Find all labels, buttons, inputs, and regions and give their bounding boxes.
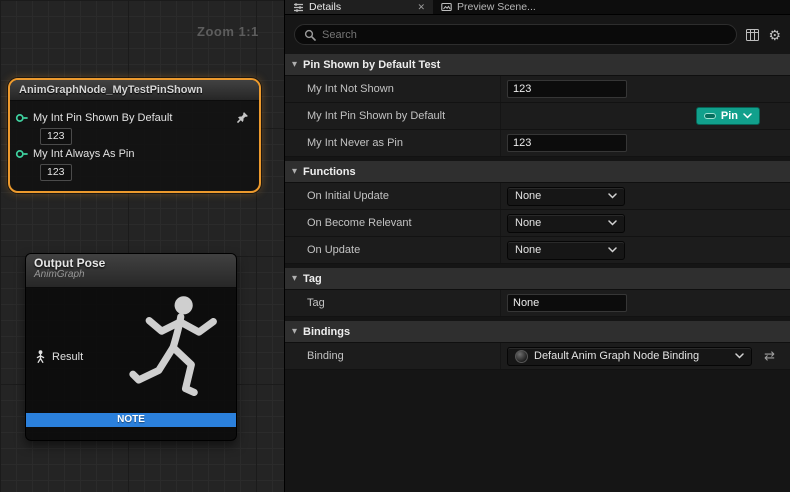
chevron-down-icon bbox=[608, 247, 617, 253]
section-title: Functions bbox=[303, 166, 356, 178]
settings-gear-icon[interactable]: ⚙ bbox=[768, 28, 781, 42]
int-pin-icon[interactable] bbox=[15, 149, 28, 159]
node-body: My Int Pin Shown By Default 123 My Int A… bbox=[10, 101, 259, 191]
section-header[interactable]: ▾ Tag bbox=[285, 268, 790, 290]
section-title: Bindings bbox=[303, 326, 350, 338]
preview-scene-tab-icon bbox=[441, 2, 452, 13]
node-title: Output Pose bbox=[34, 256, 228, 270]
pin-label: My Int Pin Shown By Default bbox=[33, 112, 172, 124]
anim-graph-node-selected[interactable]: AnimGraphNode_MyTestPinShown My Int Pin … bbox=[8, 78, 261, 193]
int-pin-icon[interactable] bbox=[15, 113, 28, 123]
pin-button-label: Pin bbox=[721, 110, 738, 122]
chevron-down-icon bbox=[735, 353, 744, 359]
zoom-level-label: Zoom 1:1 bbox=[197, 24, 259, 39]
swap-arrows-icon[interactable]: ⇄ bbox=[764, 349, 775, 364]
node-header[interactable]: Output Pose AnimGraph bbox=[26, 254, 236, 288]
on-update-dropdown[interactable]: None bbox=[507, 241, 625, 260]
pin-row: My Int Always As Pin bbox=[15, 148, 252, 160]
binding-dropdown[interactable]: Default Anim Graph Node Binding bbox=[507, 347, 752, 366]
pin-value-box[interactable]: 123 bbox=[40, 128, 72, 145]
property-row: My Int Never as Pin bbox=[285, 130, 790, 157]
section-functions: ▾ Functions On Initial Update None On Be… bbox=[285, 161, 790, 264]
chevron-down-icon[interactable]: ▾ bbox=[292, 166, 297, 177]
column-view-icon[interactable] bbox=[746, 29, 759, 41]
result-pin[interactable]: Result bbox=[35, 350, 83, 363]
pin-thumbtack-icon[interactable] bbox=[236, 111, 249, 124]
property-list: ▾ Pin Shown by Default Test My Int Not S… bbox=[285, 54, 790, 492]
property-label: Binding bbox=[285, 350, 500, 362]
graph-canvas[interactable]: Zoom 1:1 AnimGraphNode_MyTestPinShown My… bbox=[0, 0, 285, 492]
search-input[interactable] bbox=[322, 29, 727, 41]
details-toolbar: ⚙ bbox=[285, 15, 790, 54]
chevron-down-icon bbox=[608, 220, 617, 226]
property-label: My Int Pin Shown by Default bbox=[285, 110, 500, 122]
mannequin-figure bbox=[118, 290, 234, 424]
pin-label: My Int Always As Pin bbox=[33, 148, 134, 160]
property-label: On Become Relevant bbox=[285, 217, 500, 229]
chevron-down-icon[interactable]: ▾ bbox=[292, 326, 297, 337]
tab-details[interactable]: Details ✕ bbox=[285, 0, 433, 14]
on-become-relevant-dropdown[interactable]: None bbox=[507, 214, 625, 233]
property-row: On Become Relevant None bbox=[285, 210, 790, 237]
section-bindings: ▾ Bindings Binding Default Anim Graph No… bbox=[285, 321, 790, 370]
chevron-down-icon[interactable]: ▾ bbox=[292, 273, 297, 284]
property-row: My Int Pin Shown by Default Pin bbox=[285, 103, 790, 130]
section-pin-shown-by-default-test: ▾ Pin Shown by Default Test My Int Not S… bbox=[285, 54, 790, 157]
search-icon bbox=[304, 29, 316, 41]
node-header[interactable]: AnimGraphNode_MyTestPinShown bbox=[10, 80, 259, 101]
node-title: AnimGraphNode_MyTestPinShown bbox=[19, 84, 203, 96]
section-title: Pin Shown by Default Test bbox=[303, 59, 440, 71]
section-tag: ▾ Tag Tag bbox=[285, 268, 790, 317]
anim-blueprint-editor: Zoom 1:1 AnimGraphNode_MyTestPinShown My… bbox=[0, 0, 790, 492]
pin-row: My Int Pin Shown By Default bbox=[15, 111, 252, 124]
node-subtitle: AnimGraph bbox=[34, 269, 228, 280]
chevron-down-icon[interactable]: ▾ bbox=[292, 59, 297, 70]
property-row: On Update None bbox=[285, 237, 790, 264]
my-int-never-as-pin-input[interactable] bbox=[507, 134, 627, 152]
pin-visibility-dropdown[interactable]: Pin bbox=[696, 107, 760, 125]
property-label: On Initial Update bbox=[285, 190, 500, 202]
property-label: My Int Never as Pin bbox=[285, 137, 500, 149]
details-tab-icon bbox=[293, 2, 304, 13]
output-pose-node[interactable]: Output Pose AnimGraph Result bbox=[25, 253, 237, 441]
property-row: Tag bbox=[285, 290, 790, 317]
my-int-not-shown-input[interactable] bbox=[507, 80, 627, 98]
property-row: My Int Not Shown bbox=[285, 76, 790, 103]
on-initial-update-dropdown[interactable]: None bbox=[507, 187, 625, 206]
property-label: On Update bbox=[285, 244, 500, 256]
node-body: Result NOTE bbox=[26, 288, 236, 427]
result-pin-label: Result bbox=[52, 351, 83, 363]
section-header[interactable]: ▾ Functions bbox=[285, 161, 790, 183]
tab-preview-scene[interactable]: Preview Scene... bbox=[433, 0, 544, 14]
tag-input[interactable] bbox=[507, 294, 627, 312]
section-header[interactable]: ▾ Pin Shown by Default Test bbox=[285, 54, 790, 76]
property-label: Tag bbox=[285, 297, 500, 309]
close-icon[interactable]: ✕ bbox=[417, 2, 425, 13]
pin-value-box[interactable]: 123 bbox=[40, 164, 72, 181]
property-row: On Initial Update None bbox=[285, 183, 790, 210]
pose-pin-icon bbox=[35, 350, 46, 363]
pin-capsule-icon bbox=[704, 113, 716, 119]
chevron-down-icon bbox=[743, 113, 752, 119]
details-panel: Details ✕ Preview Scene... ⚙ ▾ bbox=[285, 0, 790, 492]
property-row: Binding Default Anim Graph Node Binding … bbox=[285, 343, 790, 370]
property-label: My Int Not Shown bbox=[285, 83, 500, 95]
note-banner[interactable]: NOTE bbox=[26, 413, 236, 427]
section-header[interactable]: ▾ Bindings bbox=[285, 321, 790, 343]
tab-label: Details bbox=[309, 1, 341, 13]
search-box[interactable] bbox=[294, 24, 737, 45]
section-title: Tag bbox=[303, 273, 322, 285]
panel-tab-bar: Details ✕ Preview Scene... bbox=[285, 0, 790, 15]
chevron-down-icon bbox=[608, 193, 617, 199]
tab-label: Preview Scene... bbox=[457, 1, 536, 13]
binding-icon bbox=[515, 350, 528, 363]
